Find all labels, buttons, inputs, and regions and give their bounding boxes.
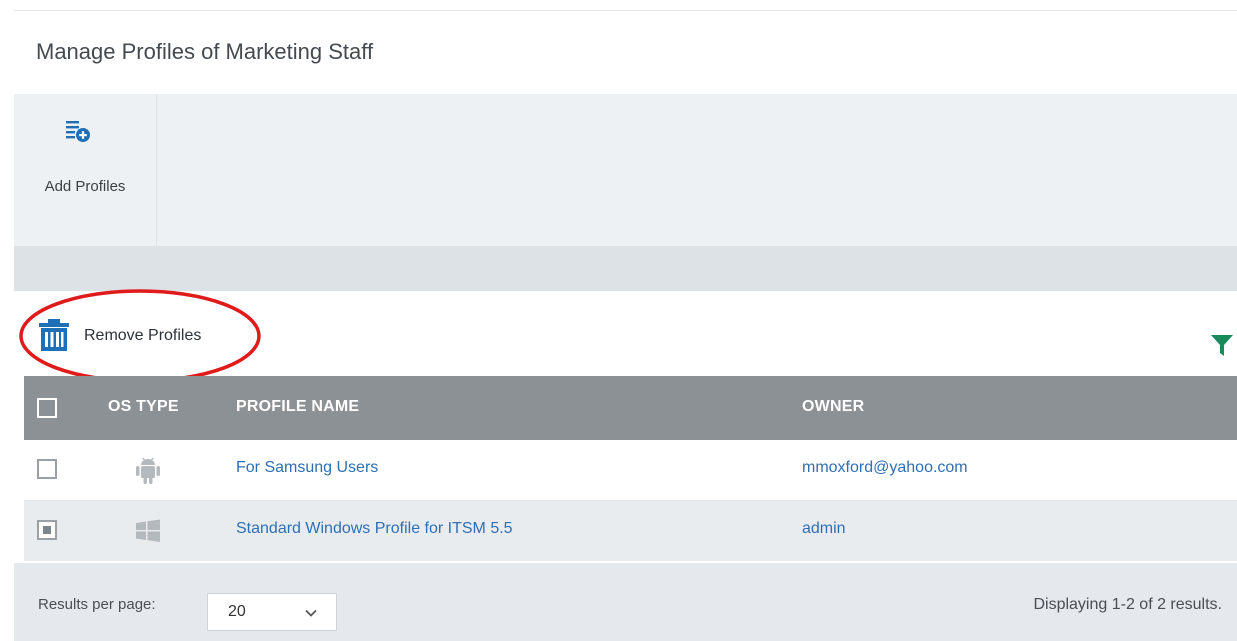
select-all-checkbox[interactable]: [37, 398, 57, 418]
annotation-ellipse: [19, 289, 261, 383]
row-checkbox[interactable]: [37, 459, 57, 479]
windows-icon: [136, 519, 160, 542]
pagination-bar: Results per page: 20 Displaying 1-2 of 2…: [14, 563, 1237, 641]
table-row[interactable]: Standard Windows Profile for ITSM 5.5 ad…: [24, 501, 1237, 561]
chevron-down-icon: [305, 609, 317, 617]
owner-link[interactable]: admin: [802, 520, 846, 538]
results-summary: Displaying 1-2 of 2 results.: [1033, 596, 1222, 613]
results-per-page-select[interactable]: 20: [207, 593, 337, 631]
filter-icon[interactable]: [1210, 333, 1234, 357]
add-list-icon: [66, 121, 90, 142]
table-row[interactable]: For Samsung Users mmoxford@yahoo.com: [24, 440, 1237, 501]
section-divider: [14, 247, 1237, 291]
column-header-profile-name[interactable]: PROFILE NAME: [236, 398, 359, 416]
row-checkbox[interactable]: [37, 520, 57, 540]
profile-name-link[interactable]: Standard Windows Profile for ITSM 5.5: [236, 520, 513, 538]
table-header: OS TYPE PROFILE NAME OWNER: [24, 376, 1237, 440]
toolbar: Add Profiles: [14, 94, 1237, 247]
page-title: Manage Profiles of Marketing Staff: [36, 39, 374, 64]
results-per-page-value: 20: [228, 603, 246, 620]
add-profiles-label: Add Profiles: [44, 178, 126, 195]
title-bar: Manage Profiles of Marketing Staff: [14, 10, 1237, 95]
column-header-os-type[interactable]: OS TYPE: [108, 398, 179, 416]
top-spacer: [0, 0, 1237, 10]
profile-name-link[interactable]: For Samsung Users: [236, 459, 378, 477]
owner-link[interactable]: mmoxford@yahoo.com: [802, 459, 968, 477]
add-profiles-button[interactable]: Add Profiles: [14, 94, 157, 246]
android-icon: [136, 457, 160, 484]
results-per-page-label: Results per page:: [38, 596, 156, 613]
column-header-owner[interactable]: OWNER: [802, 398, 864, 416]
